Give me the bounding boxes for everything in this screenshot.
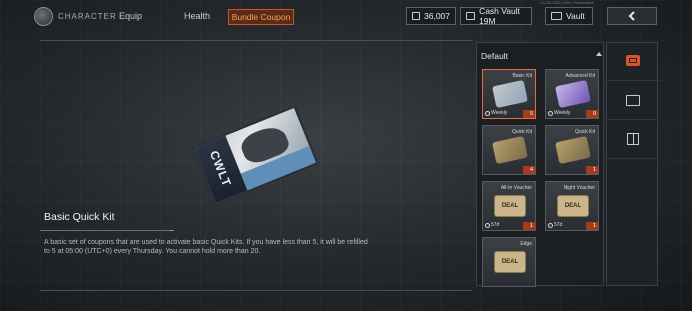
card-count: 0 <box>586 110 598 118</box>
gift-icon <box>627 133 639 145</box>
card-name: All-In Voucher <box>500 185 532 191</box>
section-label: CHARACTER <box>58 12 117 21</box>
card-count: 1 <box>586 166 598 174</box>
clock-icon <box>548 110 553 116</box>
inventory-group-label[interactable]: Default <box>481 51 508 61</box>
clock-icon <box>548 222 553 228</box>
deal-text: DEAL <box>501 203 519 209</box>
debug-info: 1.8.231.2021 | 0/0/0 | Performance <box>540 1 594 5</box>
inventory-card-night-voucher[interactable]: Night Voucher DEAL 57d 1 <box>545 181 599 231</box>
kit-art <box>492 135 528 165</box>
cash-balance: 36,007 <box>406 7 456 25</box>
side-tab-id-cards[interactable] <box>607 82 659 120</box>
coupon-icon <box>629 58 637 63</box>
cash-vault-button[interactable]: Cash Vault 19M <box>460 6 532 26</box>
content-divider-bottom <box>40 290 472 291</box>
chevron-up-icon[interactable] <box>596 52 602 56</box>
card-name: Quick Kit <box>574 129 595 135</box>
cash-amount: 36,007 <box>424 11 450 21</box>
clock-icon <box>485 222 490 228</box>
inventory-panel: Default Basic Kit Weekly 5 Advanced Kit … <box>476 42 604 287</box>
card-count: 1 <box>586 222 598 230</box>
deal-voucher-art: DEAL <box>557 195 589 217</box>
top-bar: CHARACTER Equip Health Bundle Coupon 1.8… <box>0 0 692 34</box>
card-tag-text: Weekly <box>491 110 508 116</box>
kit-art <box>492 79 528 109</box>
tab-bundle-coupon[interactable]: Bundle Coupon <box>228 9 294 25</box>
vault-button[interactable]: Vault <box>545 7 593 25</box>
deal-voucher-art: DEAL <box>494 251 526 273</box>
title-underline <box>40 230 170 231</box>
card-tag-text: Weekly <box>554 110 571 116</box>
back-button[interactable] <box>607 7 657 25</box>
kit-art <box>555 135 591 165</box>
tab-health[interactable]: Health <box>184 11 210 21</box>
card-count: 1 <box>523 222 535 230</box>
content-divider-top <box>40 40 472 41</box>
vault-label: Vault <box>566 11 585 21</box>
vault-cash-icon <box>466 12 476 20</box>
card-name: Basic Kit <box>512 73 532 79</box>
chevron-left-icon <box>628 11 635 21</box>
kit-art <box>555 79 591 109</box>
card-tag: Weekly <box>485 110 507 116</box>
card-name: Quick Kit <box>511 129 532 135</box>
id-card-icon <box>626 95 640 106</box>
card-name: Night Voucher <box>563 185 595 191</box>
side-tab-coupons[interactable] <box>607 43 659 81</box>
inventory-card-quick-kit-2[interactable]: Quick Kit 1 <box>545 125 599 175</box>
title-accent <box>170 230 174 231</box>
card-name: Edge <box>520 241 532 247</box>
side-tab-column <box>606 42 659 286</box>
card-tag: Weekly <box>548 110 570 116</box>
card-tag-text: 57d <box>554 222 563 228</box>
card-name: Advanced Kit <box>565 73 595 79</box>
inventory-card-basic-kit[interactable]: Basic Kit Weekly 5 <box>482 69 536 119</box>
deal-text: DEAL <box>564 203 582 209</box>
tab-equip[interactable]: Equip <box>119 11 142 21</box>
deal-text: DEAL <box>501 259 519 265</box>
card-tag: 57d <box>485 222 499 228</box>
inventory-card-all-in-voucher[interactable]: All-In Voucher DEAL 57d 1 <box>482 181 536 231</box>
inventory-card-quick-kit-1[interactable]: Quick Kit 4 <box>482 125 536 175</box>
cash-icon <box>412 12 420 20</box>
card-tag: 57d <box>548 222 562 228</box>
card-count: 4 <box>523 166 535 174</box>
deal-voucher-art: DEAL <box>494 195 526 217</box>
side-tab-gifts[interactable] <box>607 121 659 159</box>
card-tag-text: 57d <box>491 222 500 228</box>
clock-icon <box>485 110 490 116</box>
item-preview: CWLT <box>191 105 319 206</box>
inventory-card-edge[interactable]: Edge DEAL <box>482 237 536 287</box>
vault-icon <box>551 12 562 20</box>
item-title: Basic Quick Kit <box>44 211 115 223</box>
cash-vault-label: Cash Vault 19M <box>479 6 521 26</box>
item-description: A basic set of coupons that are used to … <box>44 239 368 255</box>
inventory-card-advanced-kit[interactable]: Advanced Kit Weekly 0 <box>545 69 599 119</box>
card-count: 5 <box>523 110 535 118</box>
character-logo-icon <box>34 7 53 26</box>
